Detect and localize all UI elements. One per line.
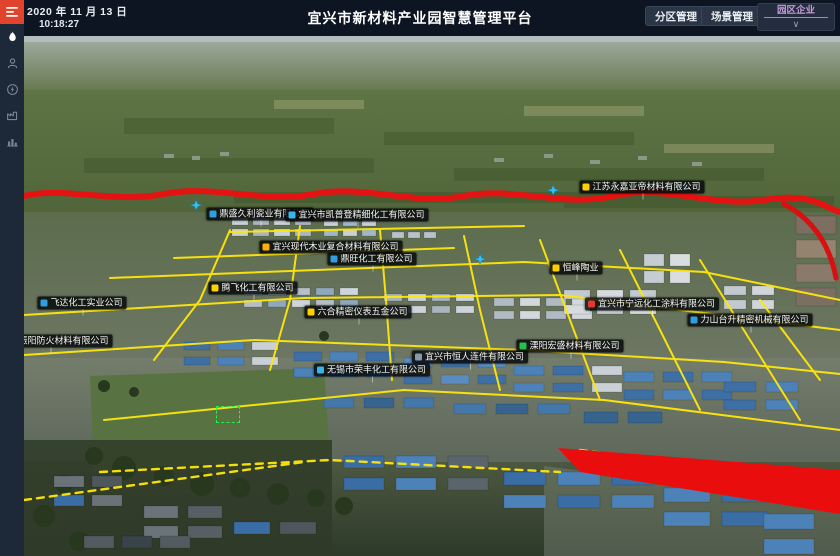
- company-label[interactable]: 无锡市荣丰化工有限公司: [314, 364, 430, 377]
- company-marker-icon: [317, 367, 324, 374]
- map-3d-scene[interactable]: 鼎盛久利瓷业有限公司宜兴市凯普登精细化工有限公司宜兴现代木业复合材料有限公司江苏…: [24, 36, 840, 556]
- company-marker-icon: [588, 301, 595, 308]
- company-marker-icon: [415, 354, 422, 361]
- flame-icon: [6, 30, 19, 44]
- company-marker-icon: [330, 256, 337, 263]
- power-icon: [6, 83, 19, 96]
- company-label[interactable]: 宜兴市恒人连件有限公司: [412, 351, 528, 364]
- company-label-text: 宜兴市凯普登精细化工有限公司: [298, 210, 424, 221]
- zone-management-button[interactable]: 分区管理: [645, 6, 707, 26]
- sidebar-item-menu[interactable]: [0, 0, 24, 24]
- company-label-text: 江苏永嘉亚帝材料有限公司: [592, 182, 700, 193]
- company-label-text: 鼎旺化工有限公司: [340, 254, 412, 265]
- bar-chart-icon: [6, 135, 19, 148]
- company-label[interactable]: 溧阳宏盛材料有限公司: [516, 340, 623, 353]
- company-label[interactable]: 六合精密仪表五金公司: [304, 306, 411, 319]
- company-label-text: 恒峰陶业: [562, 263, 598, 274]
- company-label[interactable]: 力山台升精密机械有限公司: [687, 314, 812, 327]
- company-label-text: 溧阳宏盛材料有限公司: [529, 341, 619, 352]
- person-icon: [6, 57, 19, 70]
- company-label-text: 宜兴市宁远化工涂料有限公司: [598, 299, 715, 310]
- company-marker-icon: [690, 317, 697, 324]
- company-label[interactable]: 宜兴市凯普登精细化工有限公司: [285, 209, 428, 222]
- company-label[interactable]: 鼎旺化工有限公司: [327, 253, 416, 266]
- company-marker-icon: [552, 265, 559, 272]
- company-marker-icon: [262, 244, 269, 251]
- factory-icon: [6, 109, 19, 122]
- company-label-text: 飞达化工实业公司: [50, 298, 122, 309]
- company-label[interactable]: 宜兴振阳防火材料有限公司: [24, 335, 113, 348]
- sidebar-item-power[interactable]: [0, 76, 24, 102]
- company-marker-icon: [211, 285, 218, 292]
- sidebar-item-person[interactable]: [0, 50, 24, 76]
- company-label-text: 宜兴振阳防火材料有限公司: [24, 336, 109, 347]
- sidebar-item-enterprise[interactable]: [0, 102, 24, 128]
- left-toolbar: [0, 0, 24, 556]
- map-label-overlay: 鼎盛久利瓷业有限公司宜兴市凯普登精细化工有限公司宜兴现代木业复合材料有限公司江苏…: [24, 36, 840, 556]
- company-label[interactable]: 腾飞化工有限公司: [208, 282, 297, 295]
- company-label-text: 宜兴现代木业复合材料有限公司: [272, 242, 398, 253]
- sidebar-item-stats[interactable]: [0, 128, 24, 154]
- company-label[interactable]: 宜兴市宁远化工涂料有限公司: [585, 298, 719, 311]
- company-marker-icon: [209, 211, 216, 218]
- company-marker-icon: [307, 309, 314, 316]
- dropdown-selected-label: 园区企业: [764, 4, 828, 18]
- selection-box: [216, 406, 240, 423]
- company-label[interactable]: 飞达化工实业公司: [37, 297, 126, 310]
- company-label-text: 无锡市荣丰化工有限公司: [327, 365, 426, 376]
- company-label-text: 力山台升精密机械有限公司: [700, 315, 808, 326]
- company-label[interactable]: 江苏永嘉亚帝材料有限公司: [579, 181, 704, 194]
- company-marker-icon: [519, 343, 526, 350]
- company-label[interactable]: 恒峰陶业: [549, 262, 602, 275]
- chevron-down-icon: ∨: [758, 18, 834, 30]
- company-marker-icon: [40, 300, 47, 307]
- sidebar-item-fire[interactable]: [0, 24, 24, 50]
- company-label-text: 腾飞化工有限公司: [221, 283, 293, 294]
- hamburger-icon: [5, 6, 19, 18]
- company-label-text: 宜兴市恒人连件有限公司: [425, 352, 524, 363]
- company-marker-icon: [288, 212, 295, 219]
- park-enterprise-dropdown[interactable]: 园区企业 ∨: [757, 3, 835, 31]
- company-marker-icon: [582, 184, 589, 191]
- scene-management-button[interactable]: 场景管理: [701, 6, 763, 26]
- company-label-text: 六合精密仪表五金公司: [317, 307, 407, 318]
- top-header-bar: 2020 年 11 月 13 日 10:18:27 宜兴市新材料产业园智慧管理平…: [0, 0, 840, 36]
